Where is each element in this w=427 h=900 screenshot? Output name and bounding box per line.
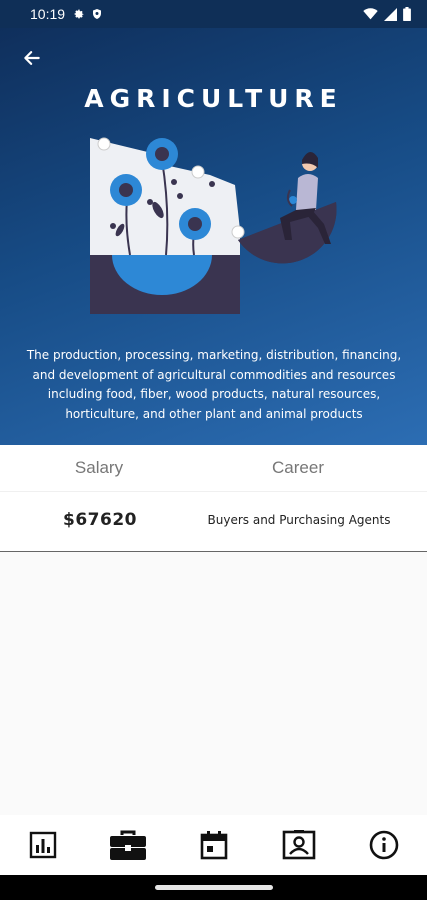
system-gesture-bar: [0, 875, 427, 900]
hero-description: The production, processing, marketing, d…: [26, 348, 402, 421]
battery-icon: [403, 7, 411, 21]
nav-item-careers[interactable]: [85, 815, 170, 875]
table-header: Salary Career: [0, 445, 427, 492]
shield-icon: [93, 9, 102, 19]
arrow-left-icon: [24, 51, 40, 65]
gear-icon: [74, 9, 84, 19]
salary-cell: $67620: [63, 510, 137, 530]
gesture-handle[interactable]: [155, 885, 273, 890]
back-button[interactable]: [18, 44, 46, 72]
nav-item-contacts[interactable]: [256, 815, 341, 875]
column-header-career: Career: [272, 458, 324, 477]
signal-icon: [384, 7, 397, 21]
bottom-navigation: [0, 815, 427, 875]
nav-item-stats[interactable]: [0, 815, 85, 875]
contact-card-icon: [282, 830, 316, 860]
calendar-icon: [200, 831, 227, 860]
bar-chart-icon: [29, 831, 56, 859]
table-row[interactable]: $67620 Buyers and Purchasing Agents: [0, 492, 427, 552]
nav-item-info[interactable]: [342, 815, 427, 875]
nav-item-calendar[interactable]: [171, 815, 256, 875]
column-header-salary: Salary: [74, 458, 124, 477]
career-cell: Buyers and Purchasing Agents: [207, 513, 391, 527]
hero-banner: AGRICULTURE The production, processing, …: [0, 28, 427, 445]
info-icon: [370, 830, 399, 860]
briefcase-icon: [110, 830, 147, 860]
status-time: 10:19: [30, 6, 66, 22]
status-bar: 10:19: [0, 0, 427, 28]
agriculture-illustration: [90, 137, 337, 314]
page-title: AGRICULTURE: [84, 84, 343, 113]
wifi-icon: [363, 8, 378, 20]
